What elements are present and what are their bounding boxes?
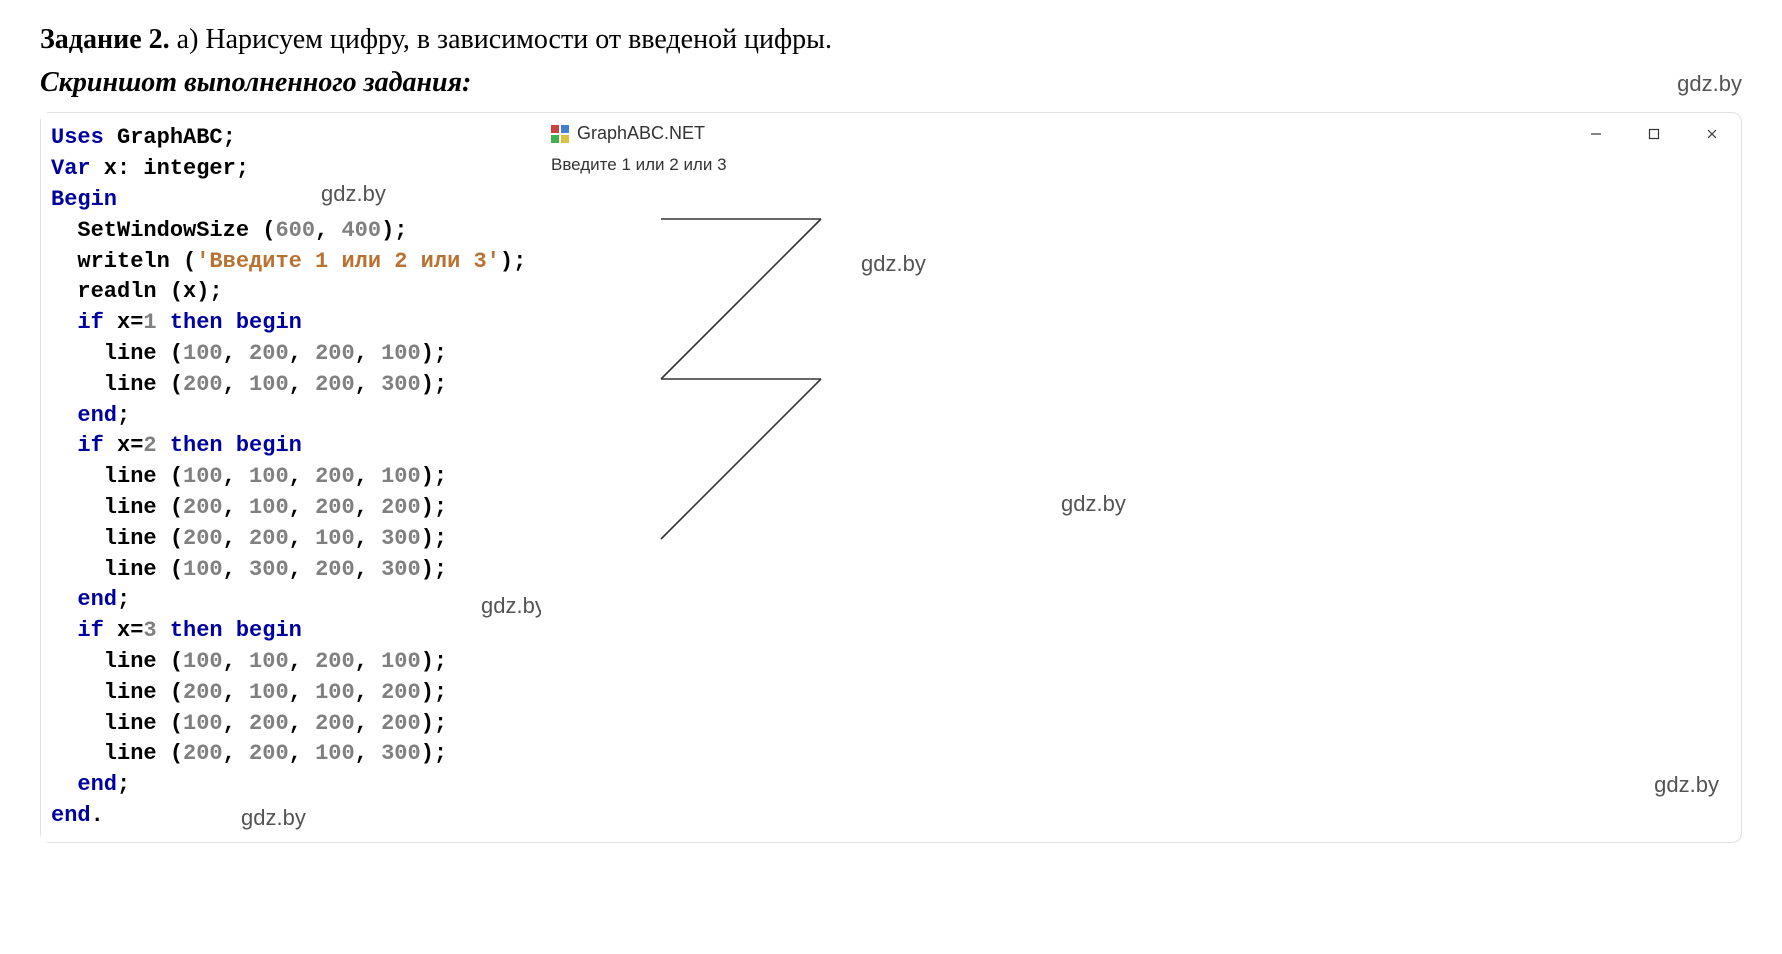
watermark-top-right: gdz.by <box>1677 69 1742 100</box>
code-line: line (200, 100, 200, 300); <box>51 370 531 401</box>
maximize-button[interactable] <box>1639 122 1669 146</box>
watermark-canvas-1: gdz.by <box>861 249 926 280</box>
task-label: Задание 2. <box>40 24 170 55</box>
minimize-button[interactable] <box>1581 122 1611 146</box>
code-line: line (200, 200, 100, 300); <box>51 524 531 555</box>
code-line: line (100, 100, 200, 100); <box>51 462 531 493</box>
client-area: Введите 1 или 2 или 3 gdz.by gdz.by gdz.… <box>541 149 1737 819</box>
window-title: GraphABC.NET <box>577 121 705 146</box>
drawing-canvas <box>541 149 1141 649</box>
code-line: end; <box>51 585 531 616</box>
screenshot-subtitle: Скриншот выполненного задания: <box>40 63 471 102</box>
code-line: writeln ('Введите 1 или 2 или 3'); <box>51 247 531 278</box>
watermark-code-2: gdz.by <box>481 591 546 622</box>
watermark-canvas-2: gdz.by <box>1061 489 1126 520</box>
content-row: gdz.by gdz.by gdz.by Uses GraphABC;Var x… <box>40 112 1742 842</box>
task-header: Задание 2. а) Нарисуем цифру, в зависимо… <box>40 20 1742 59</box>
code-line: if x=1 then begin <box>51 308 531 339</box>
code-line: line (200, 200, 100, 300); <box>51 739 531 770</box>
code-line: Uses GraphABC; <box>51 123 531 154</box>
code-line: line (100, 200, 200, 100); <box>51 339 531 370</box>
code-line: Var x: integer; <box>51 154 531 185</box>
app-icon <box>551 125 569 143</box>
code-line: Begin <box>51 185 531 216</box>
task-description: Нарисуем цифру, в зависимости от введено… <box>205 24 832 55</box>
task-letter: а) <box>177 24 199 55</box>
graphabc-window: GraphABC.NET Введите 1 или 2 или 3 <box>541 115 1737 837</box>
watermark-code-1: gdz.by <box>321 179 386 210</box>
code-line: end; <box>51 401 531 432</box>
titlebar: GraphABC.NET <box>541 115 1737 148</box>
code-line: line (100, 300, 200, 300); <box>51 555 531 586</box>
code-line: line (200, 100, 100, 200); <box>51 678 531 709</box>
code-line: line (200, 100, 200, 200); <box>51 493 531 524</box>
code-line: SetWindowSize (600, 400); <box>51 216 531 247</box>
code-line: if x=2 then begin <box>51 431 531 462</box>
watermark-code-3: gdz.by <box>241 803 306 834</box>
code-line: end; <box>51 770 531 801</box>
code-panel: gdz.by gdz.by gdz.by Uses GraphABC;Var x… <box>41 113 541 841</box>
watermark-canvas-3: gdz.by <box>1654 770 1719 801</box>
code-line: line (100, 100, 200, 100); <box>51 647 531 678</box>
window-controls <box>1581 122 1727 146</box>
code-line: readln (x); <box>51 277 531 308</box>
code-line: if x=3 then begin <box>51 616 531 647</box>
close-button[interactable] <box>1697 122 1727 146</box>
code-line: line (100, 200, 200, 200); <box>51 709 531 740</box>
